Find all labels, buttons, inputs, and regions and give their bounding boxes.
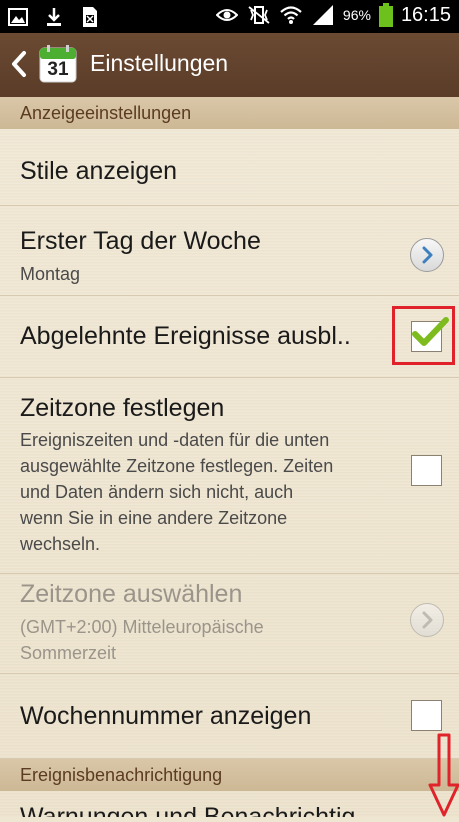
setting-set-time-zone[interactable]: Zeitzone festlegen Ereigniszeiten und -d… [0,378,459,574]
set-time-zone-checkbox[interactable] [411,455,442,486]
subtitle-line: (GMT+2:00) Mitteleuropäische [20,617,264,637]
scroll-down-arrow-icon [428,733,459,817]
image-icon [6,5,30,29]
section-header-display: Anzeigeeinstellungen [0,97,459,129]
eye-icon [215,3,239,27]
subtitle-line: Sommerzeit [20,643,117,663]
description-line: Ereigniszeiten und -daten für die unten [20,430,330,450]
battery-percent: 96% [342,7,371,23]
setting-title: Zeitzone auswählen [20,580,243,608]
calendar-app-icon[interactable]: 31 [38,44,78,84]
chevron-left-icon[interactable] [8,49,30,79]
setting-title: Wochennummer anzeigen [20,702,312,730]
setting-hide-declined-events[interactable]: Abgelehnte Ereignisse ausbl.. [0,296,459,378]
setting-select-time-zone[interactable]: Zeitzone auswählen (GMT+2:00) Mitteleuro… [0,574,459,674]
setting-title: Abgelehnte Ereignisse ausbl.. [20,322,351,350]
description-line: wechseln. [20,534,101,554]
section-header-label: Ereignisbenachrichtigung [20,765,223,785]
chevron-right-icon [410,603,444,637]
setting-title: Erster Tag der Woche [20,227,261,255]
calendar-app-day: 31 [47,59,69,80]
setting-subtitle: (GMT+2:00) Mitteleuropäische Sommerzeit [20,614,264,666]
chevron-right-icon[interactable] [410,238,444,272]
status-bar: 96% 16:15 [0,0,459,33]
action-bar: 31 Einstellungen [0,33,459,97]
section-header-label: Anzeigeeinstellungen [20,103,192,123]
clock: 16:15 [400,3,451,26]
vibrate-icon [247,3,271,27]
sim-card-icon [78,5,102,29]
setting-description: Ereigniszeiten und -daten für die unten … [20,427,333,557]
page-title: Einstellungen [90,50,229,76]
battery-icon [378,3,393,27]
wifi-icon [279,3,303,27]
setting-title: Zeitzone festlegen [20,394,225,422]
setting-show-week-number[interactable]: Wochennummer anzeigen [0,674,459,759]
setting-show-styles[interactable]: Stile anzeigen [0,129,459,206]
description-line: wenn Sie in eine andere Zeitzone [20,508,288,528]
highlight-annotation [392,306,455,365]
signal-icon [311,3,335,27]
download-icon [42,5,66,29]
setting-title: Warnungen und Benachrichtig [20,803,356,817]
setting-alerts-notifications[interactable]: Warnungen und Benachrichtig [0,791,459,817]
setting-first-day-of-week[interactable]: Erster Tag der Woche Montag [0,206,459,296]
section-header-notifications: Ereignisbenachrichtigung [0,759,459,791]
setting-title: Stile anzeigen [20,157,178,185]
setting-subtitle: Montag [20,264,81,284]
description-line: ausgewählte Zeitzone festlegen. Zeiten [20,456,334,476]
description-line: und Daten ändern sich nicht, auch [20,482,294,502]
week-number-checkbox[interactable] [411,700,442,731]
